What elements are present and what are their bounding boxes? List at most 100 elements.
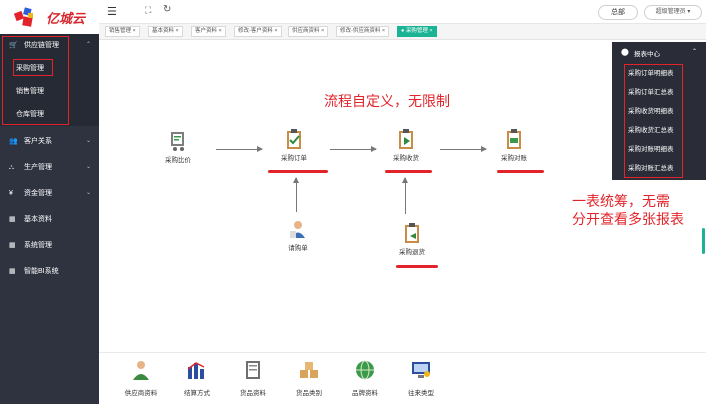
close-icon[interactable]: × bbox=[321, 28, 324, 34]
quick-link-brands[interactable]: 品牌资料 bbox=[340, 359, 390, 397]
logo-icon bbox=[14, 7, 33, 27]
price-compare-icon bbox=[171, 132, 184, 151]
report-item[interactable]: 采购订单明细表 bbox=[628, 66, 702, 82]
sidebar-item-purchase[interactable]: 采购管理 bbox=[16, 60, 96, 78]
flow-node-order[interactable]: 采购订单 bbox=[272, 128, 316, 162]
tab-edit-customer[interactable]: 修改-客户资料 × bbox=[234, 26, 282, 37]
sidebar-item-label: 资金管理 bbox=[24, 190, 52, 197]
flow-node-receive[interactable]: 采购收货 bbox=[384, 128, 428, 162]
report-item[interactable]: 采购收货汇总表 bbox=[628, 123, 702, 139]
quick-link-label: 结算方式 bbox=[184, 390, 210, 397]
flow-arrow bbox=[440, 146, 487, 152]
quick-link-transaction-types[interactable]: 往来类型 bbox=[396, 359, 446, 397]
close-icon[interactable]: × bbox=[382, 28, 385, 34]
quick-link-goods[interactable]: 货品资料 bbox=[228, 359, 278, 397]
org-button[interactable]: 总部 bbox=[598, 5, 638, 20]
flow-node-reconcile[interactable]: 采购对账 bbox=[492, 128, 536, 162]
user-menu-button[interactable]: 超级管理员 ▾ bbox=[644, 5, 702, 20]
flow-node-return[interactable]: 采购退货 bbox=[390, 222, 434, 256]
chevron-up-icon: ⌃ bbox=[86, 42, 92, 48]
bottom-quick-links: 供应商资料 结算方式 货品资料 货品类别 品牌资料 往来类型 bbox=[99, 352, 706, 404]
report-item[interactable]: 采购对账汇总表 bbox=[628, 161, 702, 177]
sidebar-item-label: 智能BI系统 bbox=[24, 268, 59, 275]
flow-node-label: 请购单 bbox=[288, 245, 308, 252]
settlement-icon bbox=[187, 362, 205, 379]
tab-label: 客户资料 bbox=[195, 28, 218, 34]
report-item[interactable]: 采购订单汇总表 bbox=[628, 85, 702, 101]
tab-label: 采购管理 bbox=[405, 28, 428, 34]
sidebar-item-sales[interactable]: 销售管理 bbox=[16, 83, 96, 101]
sidebar-item-basic-data[interactable]: ▦ 基本资料 bbox=[0, 208, 99, 230]
annotation-unified-2: 分开查看多张报表 bbox=[572, 211, 684, 227]
scrollbar-thumb[interactable] bbox=[702, 228, 705, 254]
boxes-icon bbox=[300, 362, 318, 378]
sidebar-item-warehouse[interactable]: 仓库管理 bbox=[16, 106, 96, 124]
flow-arrow bbox=[293, 177, 299, 212]
flow-node-label: 采购比价 bbox=[165, 157, 191, 164]
sidebar-item-system[interactable]: ▦ 系统管理 bbox=[0, 234, 99, 256]
report-center-panel: ⬤ 报表中心 ⌃ 采购订单明细表 采购订单汇总表 采购收货明细表 采购收货汇总表… bbox=[612, 42, 706, 180]
flow-node-label: 采购退货 bbox=[399, 249, 425, 256]
quick-link-label: 往来类型 bbox=[408, 390, 434, 397]
flow-node-label: 采购订单 bbox=[281, 155, 307, 162]
flow-node-compare[interactable]: 采购比价 bbox=[160, 130, 196, 164]
clipboard-check-icon bbox=[287, 129, 301, 149]
globe-icon bbox=[356, 360, 374, 380]
flow-node-request[interactable]: 请购单 bbox=[280, 218, 316, 252]
clipboard-return-icon bbox=[405, 223, 419, 243]
highlight-underline bbox=[396, 265, 438, 268]
users-icon: 👥 bbox=[9, 138, 18, 145]
quick-link-label: 供应商资料 bbox=[124, 390, 158, 397]
tab-basic-data[interactable]: 基本资料 × bbox=[148, 26, 183, 37]
close-icon[interactable]: × bbox=[219, 28, 222, 34]
tab-customers[interactable]: 客户资料 × bbox=[191, 26, 226, 37]
quick-link-label: 货品类别 bbox=[296, 390, 322, 397]
sidebar-item-bi[interactable]: ▦ 智能BI系统 bbox=[0, 260, 99, 282]
flow-arrow bbox=[330, 146, 377, 152]
quick-link-label: 品牌资料 bbox=[352, 390, 378, 397]
close-icon[interactable]: × bbox=[429, 28, 432, 34]
close-icon[interactable]: × bbox=[176, 28, 179, 34]
tab-edit-supplier[interactable]: 修改-供应商资料 × bbox=[336, 26, 390, 37]
brand-name: 亿城云 bbox=[46, 11, 86, 26]
clipboard-money-icon bbox=[507, 129, 521, 149]
menu-icon[interactable]: ☰ bbox=[107, 5, 117, 18]
chevron-down-icon: ⌄ bbox=[86, 164, 92, 170]
tab-purchase[interactable]: ● 采购管理 × bbox=[397, 26, 437, 37]
goods-doc-icon bbox=[246, 361, 260, 379]
tab-label: 基本资料 bbox=[152, 28, 175, 34]
highlight-underline bbox=[497, 170, 544, 173]
report-item[interactable]: 采购对账明细表 bbox=[628, 142, 702, 158]
sidebar-item-production[interactable]: ⛬ 生产管理 ⌄ bbox=[0, 156, 99, 178]
user-name: 超级管理员 bbox=[655, 9, 686, 15]
close-icon[interactable]: × bbox=[274, 28, 277, 34]
tab-suppliers[interactable]: 供应商资料 × bbox=[288, 26, 329, 37]
cart-icon: 🛒 bbox=[9, 42, 18, 49]
highlight-underline bbox=[268, 170, 328, 173]
tab-sales[interactable]: 销售管理 × bbox=[105, 26, 140, 37]
report-item[interactable]: 采购收货明细表 bbox=[628, 104, 702, 120]
sidebar-item-crm[interactable]: 👥 客户关系 ⌄ bbox=[0, 130, 99, 152]
quick-link-label: 货品资料 bbox=[240, 390, 266, 397]
chevron-up-icon: ⌃ bbox=[692, 49, 698, 55]
grid-icon: ▦ bbox=[9, 242, 16, 249]
tab-label: 销售管理 bbox=[109, 28, 132, 34]
sidebar-item-finance[interactable]: ¥ 资金管理 ⌄ bbox=[0, 182, 99, 204]
fullscreen-icon[interactable]: ⛶ bbox=[145, 5, 151, 16]
highlight-underline bbox=[385, 170, 432, 173]
report-center-header[interactable]: ⬤ 报表中心 ⌃ bbox=[612, 42, 706, 62]
flow-node-label: 采购对账 bbox=[501, 155, 527, 162]
grid-icon: ▦ bbox=[9, 268, 16, 275]
grid-icon: ▦ bbox=[9, 216, 16, 223]
quick-link-settlement[interactable]: 结算方式 bbox=[172, 359, 222, 397]
quick-link-categories[interactable]: 货品类别 bbox=[284, 359, 334, 397]
nav-head-supply-chain[interactable]: 🛒 供应链管理 ⌃ bbox=[0, 34, 99, 56]
chevron-down-icon: ⌄ bbox=[86, 138, 92, 144]
nav-group-supply-chain: 🛒 供应链管理 ⌃ 采购管理 销售管理 仓库管理 bbox=[0, 34, 99, 126]
sidebar-item-label: 客户关系 bbox=[24, 138, 52, 145]
logo: 亿城云 bbox=[0, 0, 99, 34]
flow-arrow bbox=[402, 177, 408, 214]
refresh-icon[interactable]: ↻ bbox=[163, 4, 171, 15]
quick-link-suppliers[interactable]: 供应商资料 bbox=[116, 359, 166, 397]
close-icon[interactable]: × bbox=[133, 28, 136, 34]
